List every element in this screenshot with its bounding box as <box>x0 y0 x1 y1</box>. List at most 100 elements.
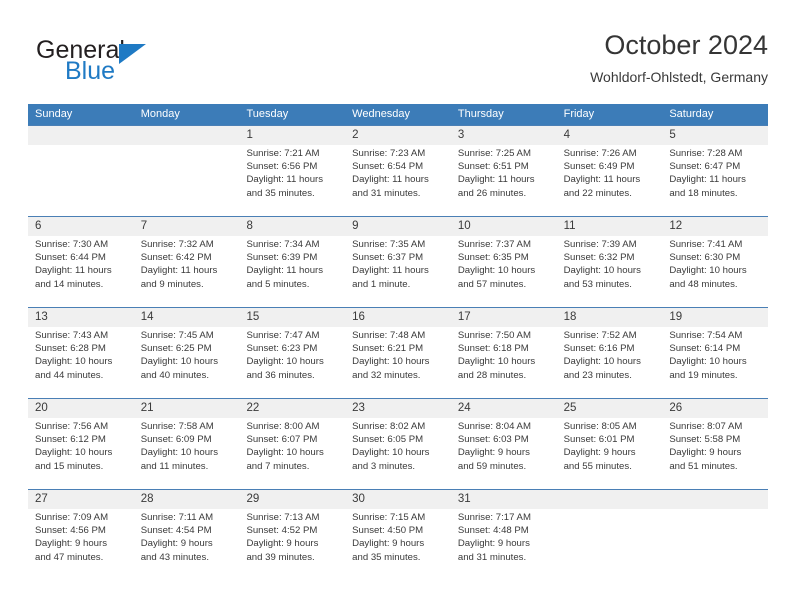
daylight-text-line1: Daylight: 9 hours <box>457 538 530 550</box>
day-cell[interactable]: Sunrise: 7:41 AM Sunset: 6:30 PM Dayligh… <box>662 236 768 307</box>
sunset-text: Sunset: 6:03 PM <box>457 434 529 446</box>
day-number[interactable]: 6 <box>28 217 134 236</box>
day-cell[interactable]: Sunrise: 7:54 AM Sunset: 6:14 PM Dayligh… <box>662 327 768 398</box>
day-cell[interactable]: Sunrise: 7:52 AM Sunset: 6:16 PM Dayligh… <box>557 327 663 398</box>
day-cell[interactable] <box>662 509 768 580</box>
day-number[interactable]: 28 <box>134 490 240 509</box>
day-cell[interactable]: Sunrise: 8:02 AM Sunset: 6:05 PM Dayligh… <box>345 418 451 489</box>
day-cell[interactable]: Sunrise: 7:35 AM Sunset: 6:37 PM Dayligh… <box>345 236 451 307</box>
daylight-text-line2: and 14 minutes. <box>35 278 104 290</box>
day-cell[interactable]: Sunrise: 7:48 AM Sunset: 6:21 PM Dayligh… <box>345 327 451 398</box>
day-cell[interactable]: Sunrise: 7:45 AM Sunset: 6:25 PM Dayligh… <box>134 327 240 398</box>
daylight-text-line2: and 31 minutes. <box>457 551 527 563</box>
day-cell[interactable]: Sunrise: 7:47 AM Sunset: 6:23 PM Dayligh… <box>239 327 345 398</box>
day-number[interactable] <box>134 126 240 145</box>
day-cell[interactable]: Sunrise: 8:07 AM Sunset: 5:58 PM Dayligh… <box>662 418 768 489</box>
day-number[interactable]: 31 <box>451 490 557 509</box>
week-daynumber-band: 13 14 15 16 17 18 19 <box>28 308 768 327</box>
day-number[interactable]: 17 <box>451 308 557 327</box>
week-row: 6 7 8 9 10 11 12 Sunrise: 7:30 AM Sunset… <box>28 216 768 307</box>
weekday-header-thursday: Thursday <box>457 108 504 120</box>
day-number[interactable]: 5 <box>662 126 768 145</box>
day-cell[interactable]: Sunrise: 7:17 AM Sunset: 4:48 PM Dayligh… <box>451 509 557 580</box>
day-cell[interactable]: Sunrise: 7:25 AM Sunset: 6:51 PM Dayligh… <box>451 145 557 216</box>
day-cell[interactable]: Sunrise: 7:09 AM Sunset: 4:56 PM Dayligh… <box>28 509 134 580</box>
weekday-header-tuesday: Tuesday <box>246 108 289 120</box>
sunrise-text: Sunrise: 7:32 AM <box>140 239 214 250</box>
general-blue-logo[interactable]: General Blue <box>36 34 256 92</box>
sunrise-text: Sunrise: 8:05 AM <box>563 421 637 432</box>
day-number[interactable]: 15 <box>239 308 345 327</box>
week-daynumber-band: 20 21 22 23 24 25 26 <box>28 399 768 418</box>
day-cell[interactable]: Sunrise: 7:23 AM Sunset: 6:54 PM Dayligh… <box>345 145 451 216</box>
day-number[interactable]: 18 <box>557 308 663 327</box>
daylight-text-line1: Daylight: 10 hours <box>457 356 536 368</box>
logo-text-blue: Blue <box>65 57 116 85</box>
daylight-text-line2: and 11 minutes. <box>140 460 209 472</box>
day-number[interactable] <box>28 126 134 145</box>
sunset-text: Sunset: 4:56 PM <box>35 525 106 537</box>
day-number[interactable]: 14 <box>134 308 240 327</box>
day-number[interactable]: 8 <box>239 217 345 236</box>
day-cell[interactable]: Sunrise: 7:50 AM Sunset: 6:18 PM Dayligh… <box>451 327 557 398</box>
day-number[interactable]: 30 <box>345 490 451 509</box>
day-number[interactable]: 19 <box>662 308 768 327</box>
day-number[interactable]: 16 <box>345 308 451 327</box>
day-number[interactable]: 7 <box>134 217 240 236</box>
day-cell[interactable]: Sunrise: 8:05 AM Sunset: 6:01 PM Dayligh… <box>557 418 663 489</box>
day-number[interactable]: 12 <box>662 217 768 236</box>
day-cell[interactable]: Sunrise: 7:39 AM Sunset: 6:32 PM Dayligh… <box>557 236 663 307</box>
day-number[interactable]: 26 <box>662 399 768 418</box>
day-number[interactable]: 24 <box>451 399 557 418</box>
day-cell[interactable]: Sunrise: 7:26 AM Sunset: 6:49 PM Dayligh… <box>557 145 663 216</box>
day-number[interactable]: 13 <box>28 308 134 327</box>
daylight-text-line1: Daylight: 9 hours <box>563 447 636 459</box>
day-cell[interactable] <box>28 145 134 216</box>
sunrise-text: Sunrise: 7:58 AM <box>140 421 214 432</box>
day-cell[interactable]: Sunrise: 7:15 AM Sunset: 4:50 PM Dayligh… <box>345 509 451 580</box>
day-number[interactable]: 25 <box>557 399 663 418</box>
sunset-text: Sunset: 6:51 PM <box>457 161 529 173</box>
day-number[interactable]: 23 <box>345 399 451 418</box>
day-cell[interactable]: Sunrise: 8:00 AM Sunset: 6:07 PM Dayligh… <box>239 418 345 489</box>
sunrise-text: Sunrise: 7:43 AM <box>35 330 109 341</box>
weekday-header-monday: Monday <box>140 108 180 120</box>
day-cell[interactable]: Sunrise: 7:32 AM Sunset: 6:42 PM Dayligh… <box>134 236 240 307</box>
day-number[interactable]: 21 <box>134 399 240 418</box>
daylight-text-line2: and 15 minutes. <box>35 460 104 472</box>
week-row: 27 28 29 30 31 Sunrise: 7:09 AM Sunset: … <box>28 489 768 580</box>
sunrise-text: Sunrise: 7:17 AM <box>457 512 531 523</box>
day-cell[interactable]: Sunrise: 8:04 AM Sunset: 6:03 PM Dayligh… <box>451 418 557 489</box>
day-number[interactable]: 1 <box>239 126 345 145</box>
page-subtitle: Wohldorf-Ohlstedt, Germany <box>590 69 768 85</box>
day-number[interactable]: 3 <box>451 126 557 145</box>
day-cell[interactable]: Sunrise: 7:58 AM Sunset: 6:09 PM Dayligh… <box>134 418 240 489</box>
day-number[interactable]: 10 <box>451 217 557 236</box>
day-cell[interactable]: Sunrise: 7:43 AM Sunset: 6:28 PM Dayligh… <box>28 327 134 398</box>
day-cell[interactable]: Sunrise: 7:21 AM Sunset: 6:56 PM Dayligh… <box>239 145 345 216</box>
day-cell[interactable]: Sunrise: 7:11 AM Sunset: 4:54 PM Dayligh… <box>134 509 240 580</box>
day-cell[interactable]: Sunrise: 7:30 AM Sunset: 6:44 PM Dayligh… <box>28 236 134 307</box>
daylight-text-line1: Daylight: 9 hours <box>352 538 425 550</box>
day-cell[interactable]: Sunrise: 7:28 AM Sunset: 6:47 PM Dayligh… <box>662 145 768 216</box>
day-number[interactable]: 11 <box>557 217 663 236</box>
day-number[interactable] <box>662 490 768 509</box>
sunrise-text: Sunrise: 7:45 AM <box>140 330 214 341</box>
sunrise-text: Sunrise: 7:47 AM <box>246 330 320 341</box>
weekday-header-sunday: Sunday <box>35 108 73 120</box>
day-cell[interactable] <box>557 509 663 580</box>
day-cell[interactable]: Sunrise: 7:34 AM Sunset: 6:39 PM Dayligh… <box>239 236 345 307</box>
day-number[interactable]: 9 <box>345 217 451 236</box>
day-cell[interactable]: Sunrise: 7:13 AM Sunset: 4:52 PM Dayligh… <box>239 509 345 580</box>
day-number[interactable] <box>557 490 663 509</box>
day-number[interactable]: 2 <box>345 126 451 145</box>
day-number[interactable]: 4 <box>557 126 663 145</box>
day-number[interactable]: 29 <box>239 490 345 509</box>
day-cell[interactable]: Sunrise: 7:37 AM Sunset: 6:35 PM Dayligh… <box>451 236 557 307</box>
day-number[interactable]: 27 <box>28 490 134 509</box>
day-cell[interactable] <box>134 145 240 216</box>
week-detail-band: Sunrise: 7:56 AM Sunset: 6:12 PM Dayligh… <box>28 418 768 489</box>
day-cell[interactable]: Sunrise: 7:56 AM Sunset: 6:12 PM Dayligh… <box>28 418 134 489</box>
day-number[interactable]: 20 <box>28 399 134 418</box>
day-number[interactable]: 22 <box>239 399 345 418</box>
